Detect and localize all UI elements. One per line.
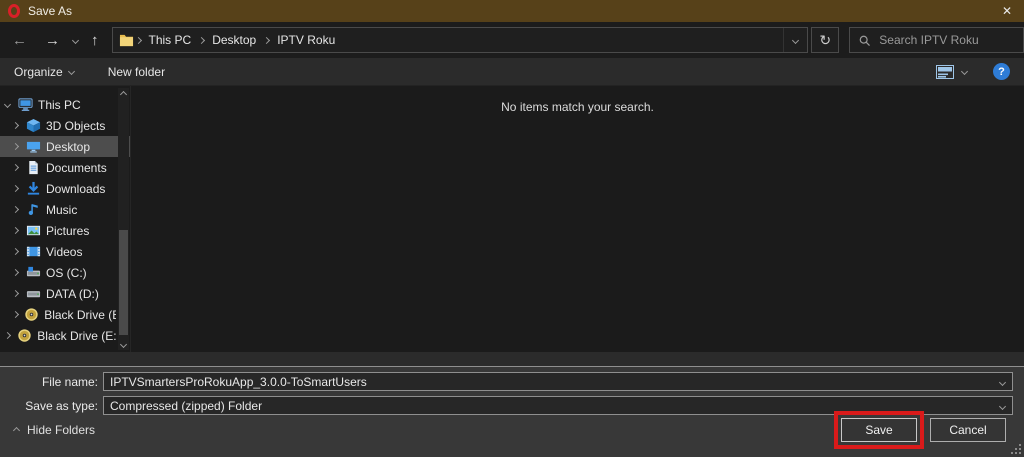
cancel-button[interactable]: Cancel: [930, 418, 1006, 442]
new-folder-label: New folder: [108, 65, 165, 79]
cube-icon: [26, 118, 41, 133]
expand-collapse-icon[interactable]: [13, 123, 26, 128]
drive-icon: [26, 286, 41, 301]
organize-button[interactable]: Organize: [14, 65, 74, 79]
document-icon: [26, 160, 41, 175]
breadcrumb-separator-icon: [198, 36, 205, 43]
scrollbar-thumb[interactable]: [119, 230, 128, 335]
os-drive-icon: [26, 265, 41, 280]
sidebar-item-music[interactable]: Music: [0, 199, 130, 220]
folder-icon: [119, 33, 134, 47]
file-name-label: File name:: [0, 375, 103, 389]
dialog-content: This PC 3D Objects Desktop: [0, 86, 1024, 352]
breadcrumb-this-pc[interactable]: This PC: [143, 33, 198, 47]
recent-locations-dropdown[interactable]: [69, 27, 82, 53]
content-bottom-strip: [0, 352, 1024, 366]
expand-collapse-icon[interactable]: [13, 291, 26, 296]
expand-collapse-icon[interactable]: [13, 207, 26, 212]
sidebar-item-3d-objects[interactable]: 3D Objects: [0, 115, 130, 136]
sidebar-item-os-c[interactable]: OS (C:): [0, 262, 130, 283]
titlebar: Save As ✕: [0, 0, 1024, 22]
chevron-down-icon: [72, 36, 79, 43]
file-list-area: No items match your search.: [130, 86, 1024, 352]
breadcrumb-desktop[interactable]: Desktop: [206, 33, 262, 47]
refresh-button[interactable]: ↻: [811, 27, 839, 53]
change-view-button[interactable]: [936, 65, 954, 79]
expand-collapse-icon[interactable]: [13, 165, 26, 170]
expand-collapse-icon[interactable]: [5, 333, 17, 338]
address-bar[interactable]: This PC Desktop IPTV Roku: [112, 27, 809, 53]
command-toolbar: Organize New folder ?: [0, 58, 1024, 86]
download-icon: [26, 181, 41, 196]
navigation-bar: ← → ↑ This PC Desktop IPTV Roku ↻: [0, 22, 1024, 58]
breadcrumb-separator-icon: [134, 36, 141, 43]
empty-results-message: No items match your search.: [501, 100, 654, 114]
chevron-up-icon: [13, 426, 20, 433]
forward-button[interactable]: →: [36, 27, 69, 53]
sidebar-item-videos[interactable]: Videos: [0, 241, 130, 262]
action-buttons: Save Cancel: [834, 411, 1006, 449]
file-name-input[interactable]: [104, 373, 1012, 390]
disc-icon: [24, 307, 39, 322]
resize-grip[interactable]: [1011, 444, 1022, 455]
save-options-panel: File name: Save as type: Compressed (zip…: [0, 366, 1024, 457]
address-history-dropdown[interactable]: [783, 28, 807, 52]
help-icon[interactable]: ?: [993, 63, 1010, 80]
sidebar-item-documents[interactable]: Documents: [0, 157, 130, 178]
back-button[interactable]: ←: [0, 27, 36, 53]
file-name-combobox: [103, 372, 1013, 391]
window-title: Save As: [28, 4, 72, 18]
expand-collapse-icon[interactable]: [13, 270, 26, 275]
expand-collapse-icon[interactable]: [13, 144, 26, 149]
search-icon: [858, 34, 871, 47]
chevron-down-icon: [999, 403, 1006, 410]
disc-icon: [17, 328, 32, 343]
save-button[interactable]: Save: [841, 418, 917, 442]
view-options-dropdown[interactable]: [962, 69, 967, 74]
hide-folders-button[interactable]: Hide Folders: [14, 423, 95, 437]
sidebar-item-data-d[interactable]: DATA (D:): [0, 283, 130, 304]
search-box: [849, 27, 1024, 53]
chevron-down-icon: [961, 68, 968, 75]
dialog-footer: Hide Folders Save Cancel: [0, 410, 1024, 450]
video-icon: [26, 244, 41, 259]
up-button[interactable]: ↑: [82, 27, 108, 53]
organize-label: Organize: [14, 65, 63, 79]
sidebar-item-downloads[interactable]: Downloads: [0, 178, 130, 199]
breadcrumb-iptv-roku[interactable]: IPTV Roku: [271, 33, 341, 47]
expand-collapse-icon[interactable]: [13, 186, 26, 191]
save-annotation-highlight: Save: [834, 411, 924, 449]
sidebar-item-desktop[interactable]: Desktop: [0, 136, 130, 157]
hide-folders-label: Hide Folders: [27, 423, 95, 437]
expand-collapse-icon[interactable]: [5, 102, 18, 107]
folder-tree-sidebar: This PC 3D Objects Desktop: [0, 86, 130, 352]
sidebar-item-black-drive-e-root[interactable]: Black Drive (E:): [0, 325, 130, 346]
scroll-down-icon[interactable]: [121, 338, 126, 350]
sidebar-item-this-pc[interactable]: This PC: [0, 94, 130, 115]
file-name-row: File name:: [0, 372, 1024, 391]
scroll-up-icon[interactable]: [121, 88, 126, 100]
expand-collapse-icon[interactable]: [13, 228, 26, 233]
expand-collapse-icon[interactable]: [13, 249, 26, 254]
expand-collapse-icon[interactable]: [13, 312, 24, 317]
picture-icon: [26, 223, 41, 238]
chevron-down-icon: [792, 36, 799, 43]
desktop-icon: [26, 139, 41, 154]
opera-app-icon: [8, 4, 20, 18]
breadcrumb-separator-icon: [263, 36, 270, 43]
close-icon[interactable]: ✕: [990, 0, 1024, 22]
sidebar-scrollbar[interactable]: [118, 88, 129, 350]
new-folder-button[interactable]: New folder: [108, 65, 165, 79]
sidebar-item-pictures[interactable]: Pictures: [0, 220, 130, 241]
sidebar-item-black-drive-e-child[interactable]: Black Drive (E:): [0, 304, 130, 325]
chevron-down-icon: [68, 68, 75, 75]
monitor-icon: [18, 97, 33, 112]
toolbar-right-group: ?: [936, 63, 1010, 80]
view-mode-icon: [936, 65, 954, 79]
search-input[interactable]: [879, 33, 1015, 47]
music-note-icon: [26, 202, 41, 217]
